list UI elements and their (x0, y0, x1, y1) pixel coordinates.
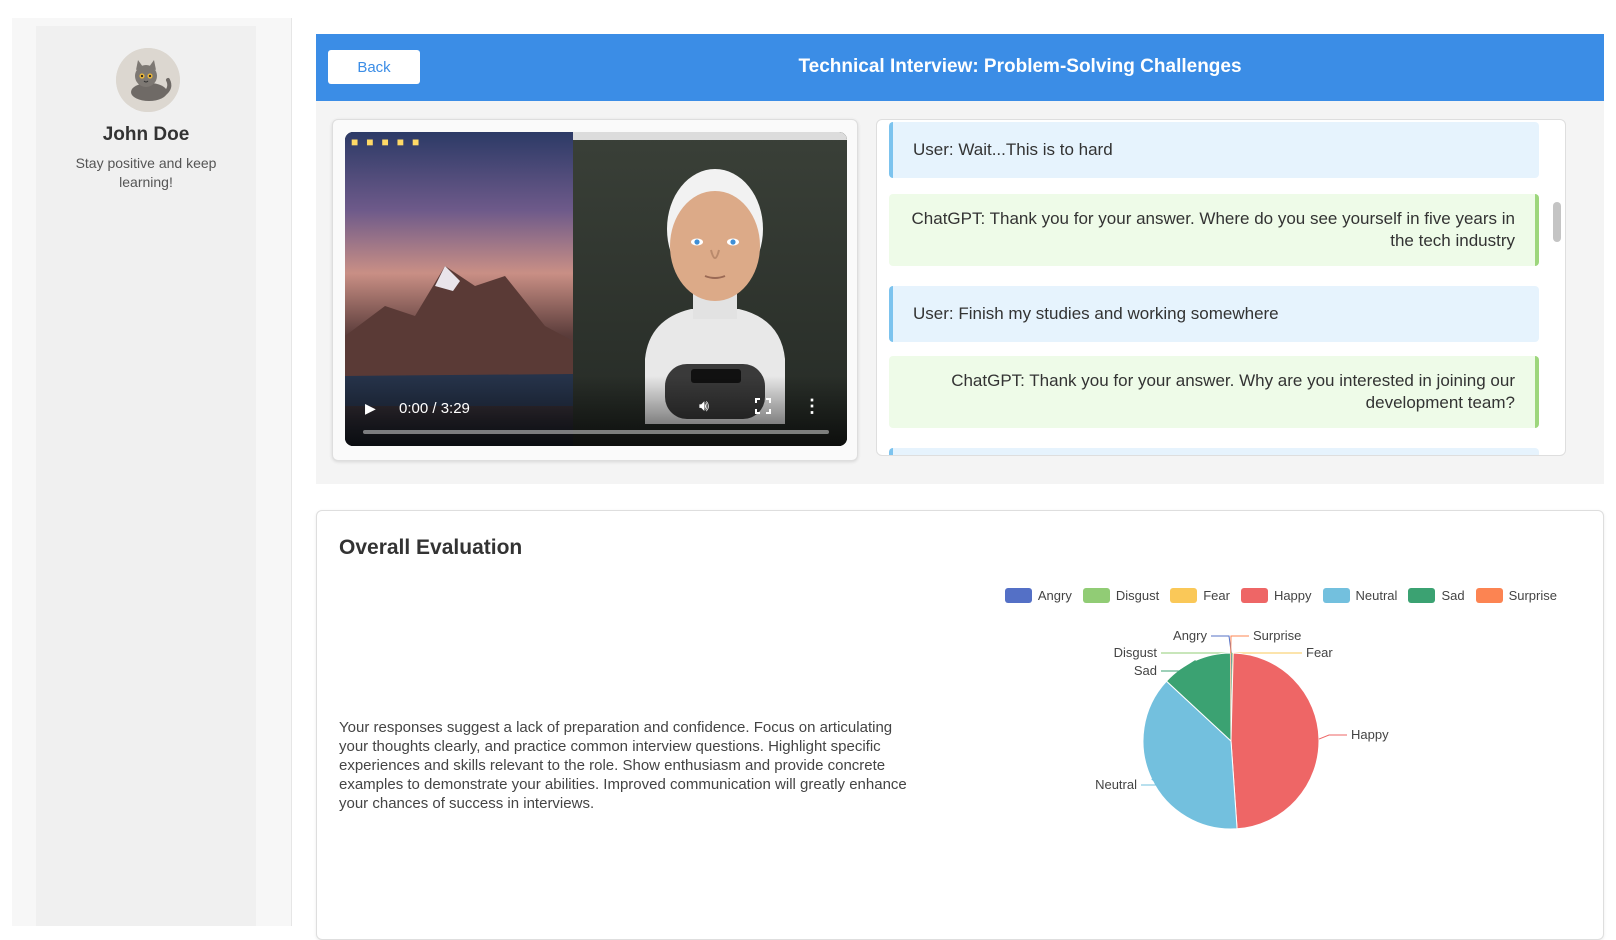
legend-swatch (1475, 588, 1503, 603)
legend-item-surprise[interactable]: Surprise (1475, 588, 1557, 603)
pie-label-sad: Sad (1134, 663, 1157, 678)
legend-item-angry[interactable]: Angry (1004, 588, 1072, 603)
pie-leader-line (1318, 734, 1347, 740)
pie-label-disgust: Disgust (1114, 645, 1158, 660)
desktop-folder-icons: ■■■■■ (351, 135, 428, 149)
pie-label-happy: Happy (1351, 727, 1389, 742)
more-options-icon[interactable]: ⋮ (803, 397, 821, 415)
evaluation-card: Overall Evaluation Your responses sugges… (316, 510, 1604, 940)
video-card: ■■■■■ ▶ 0:00 / 3:29 🔊︎ ⋮ (332, 119, 858, 461)
chat-scrollbar[interactable] (1553, 202, 1561, 242)
chat-transcript: User: Wait...This is to hard ChatGPT: Th… (876, 119, 1566, 456)
legend-swatch (1170, 588, 1198, 603)
chat-message-list: User: Wait...This is to hard ChatGPT: Th… (889, 122, 1539, 455)
legend-item-happy[interactable]: Happy (1240, 588, 1312, 603)
pie-label-angry: Angry (1173, 628, 1207, 643)
page-header: Back Technical Interview: Problem-Solvin… (316, 34, 1604, 101)
legend-item-disgust[interactable]: Disgust (1082, 588, 1160, 603)
chart-legend: Angry Disgust Fear Happy Neutral Sad Surprise (1004, 588, 1557, 603)
legend-label: Angry (1037, 588, 1072, 603)
legend-item-sad[interactable]: Sad (1408, 588, 1465, 603)
pie-leader-line (1230, 635, 1249, 654)
legend-label: Fear (1203, 588, 1230, 603)
pie-label-surprise: Surprise (1253, 628, 1301, 643)
play-icon[interactable]: ▶ (365, 400, 381, 418)
bot-message: ChatGPT: Thank you for your answer. Wher… (889, 194, 1539, 266)
video-player[interactable]: ■■■■■ ▶ 0:00 / 3:29 🔊︎ ⋮ (345, 132, 847, 446)
back-button[interactable]: Back (328, 50, 420, 84)
fullscreen-icon[interactable] (755, 398, 771, 414)
evaluation-title: Overall Evaluation (339, 536, 523, 559)
window-titlebar (573, 132, 847, 140)
legend-swatch (1082, 588, 1110, 603)
pie-label-fear: Fear (1306, 645, 1333, 660)
legend-label: Sad (1441, 588, 1465, 603)
avatar (116, 48, 180, 112)
legend-label: Happy (1273, 588, 1312, 603)
legend-item-neutral[interactable]: Neutral (1322, 588, 1398, 603)
user-name: John Doe (102, 124, 190, 145)
interview-panel: ■■■■■ ▶ 0:00 / 3:29 🔊︎ ⋮ User: Wait...Th… (316, 101, 1604, 484)
page-title: Technical Interview: Problem-Solving Cha… (798, 56, 1242, 77)
profile-panel: John Doe Stay positive and keep learning… (36, 26, 256, 926)
bot-message: ChatGPT: Thank you for your answer. Why … (889, 356, 1539, 428)
pie-leader-line (1211, 635, 1232, 654)
video-controls: ▶ 0:00 / 3:29 🔊︎ ⋮ (345, 376, 847, 446)
video-progress-bar[interactable] (363, 430, 829, 434)
legend-label: Disgust (1115, 588, 1160, 603)
user-message: User: Wait...This is to hard (889, 122, 1539, 178)
user-message: User: Finish my studies and working some… (889, 286, 1539, 342)
legend-label: Neutral (1355, 588, 1398, 603)
pie-label-neutral: Neutral (1095, 777, 1137, 792)
user-motto: Stay positive and keep learning! (75, 155, 217, 190)
legend-item-fear[interactable]: Fear (1170, 588, 1230, 603)
legend-swatch (1240, 588, 1268, 603)
legend-swatch (1322, 588, 1350, 603)
cat-avatar-icon (116, 48, 180, 112)
pie-slice-happy[interactable] (1230, 652, 1320, 830)
legend-swatch (1408, 588, 1436, 603)
user-message-partial (889, 448, 1539, 455)
volume-icon[interactable]: 🔊︎ (699, 398, 709, 416)
legend-label: Surprise (1508, 588, 1557, 603)
legend-swatch (1004, 588, 1032, 603)
sidebar: John Doe Stay positive and keep learning… (12, 18, 292, 926)
emotion-pie-chart: Angry Disgust Fear Happy Neutral Sad Surprise (1095, 628, 1389, 830)
evaluation-text: Your responses suggest a lack of prepara… (339, 719, 907, 812)
video-time: 0:00 / 3:29 (399, 400, 470, 417)
